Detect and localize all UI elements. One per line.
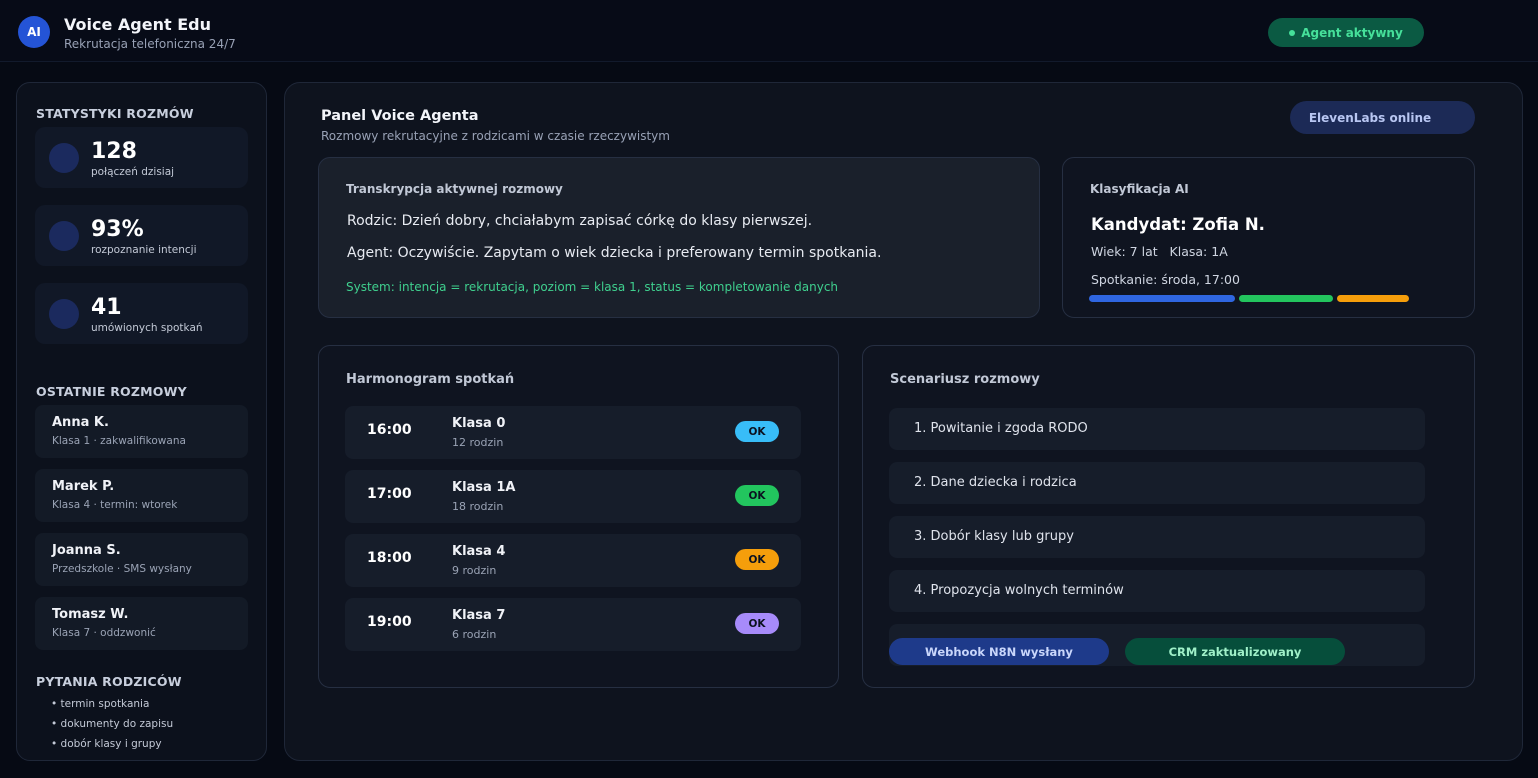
schedule-row[interactable]: 17:00 Klasa 1A 18 rodzin OK [345,470,801,523]
question-item: • dobór klasy i grupy [51,738,162,750]
questions-heading: PYTANIA RODZICÓW [36,674,182,689]
sidebar: STATYSTYKI ROZMÓW 128 połączeń dzisiaj 9… [16,82,267,761]
app-logo: AI [18,16,50,48]
conversation-detail: Przedszkole · SMS wysłany [52,563,192,575]
transcript-system-line: System: intencja = rekrutacja, poziom = … [346,280,839,294]
schedule-class: Klasa 1A [452,480,516,495]
crm-status-tag[interactable]: CRM zaktualizowany [1125,638,1345,665]
status-badge: OK [735,421,779,442]
stat-label: rozpoznanie intencji [91,244,197,256]
progress-bar-green [1239,295,1333,302]
agent-status-badge[interactable]: Agent aktywny [1268,18,1424,47]
script-step-label: 3. Dobór klasy lub grupy [914,529,1074,544]
schedule-heading: Harmonogram spotkań [346,372,515,387]
question-item: • termin spotkania [51,698,150,710]
candidate-meeting: Spotkanie: środa, 17:00 [1091,272,1240,287]
schedule-row[interactable]: 19:00 Klasa 7 6 rodzin OK [345,598,801,651]
recent-conversation-item[interactable]: Joanna S. Przedszkole · SMS wysłany [35,533,248,586]
script-step-label: 4. Propozycja wolnych terminów [914,583,1124,598]
conversation-name: Joanna S. [52,543,121,558]
recent-conversation-item[interactable]: Marek P. Klasa 4 · termin: wtorek [35,469,248,522]
stat-icon [49,221,79,251]
script-heading: Scenariusz rozmowy [890,372,1040,387]
conversation-name: Anna K. [52,415,109,430]
stat-icon [49,143,79,173]
schedule-row[interactable]: 16:00 Klasa 0 12 rodzin OK [345,406,801,459]
progress-bar-blue [1089,295,1235,302]
schedule-parents: 18 rodzin [452,500,504,513]
stat-card-meetings: 41 umówionych spotkań [35,283,248,344]
status-badge: OK [735,613,779,634]
agent-status-label: Agent aktywny [1301,25,1403,40]
transcript-line: Agent: Oczywiście. Zapytam o wiek dzieck… [347,245,882,261]
classification-heading: Klasyfikacja AI [1090,182,1189,196]
schedule-time: 16:00 [367,422,412,438]
recent-conversation-item[interactable]: Tomasz W. Klasa 7 · oddzwonić [35,597,248,650]
stat-value: 93% [91,217,144,242]
page-title: Panel Voice Agenta [321,108,479,124]
script-card: Scenariusz rozmowy 1. Powitanie i zgoda … [862,345,1475,688]
transcript-card: Transkrypcja aktywnej rozmowy Rodzic: Dz… [318,157,1040,318]
conversation-detail: Klasa 7 · oddzwonić [52,627,156,639]
top-bar: AI Voice Agent Edu Rekrutacja telefonicz… [0,0,1538,62]
stat-card-calls: 128 połączeń dzisiaj [35,127,248,188]
schedule-time: 19:00 [367,614,412,630]
classification-card: Klasyfikacja AI Kandydat: Zofia N. Wiek:… [1062,157,1475,318]
recent-conversation-item[interactable]: Anna K. Klasa 1 · zakwalifikowana [35,405,248,458]
candidate-age-class: Wiek: 7 lat Klasa: 1A [1091,244,1228,259]
schedule-card: Harmonogram spotkań 16:00 Klasa 0 12 rod… [318,345,839,688]
script-step[interactable]: 3. Dobór klasy lub grupy [889,516,1425,558]
schedule-parents: 6 rodzin [452,628,497,641]
stat-label: połączeń dzisiaj [91,166,175,178]
transcript-line: Rodzic: Dzień dobry, chciałabym zapisać … [347,213,813,229]
stat-icon [49,299,79,329]
schedule-time: 17:00 [367,486,412,502]
app-title: Voice Agent Edu [64,15,211,34]
schedule-class: Klasa 0 [452,416,506,431]
app-subtitle: Rekrutacja telefoniczna 24/7 [64,37,236,51]
recent-heading: OSTATNIE ROZMOWY [36,384,187,399]
schedule-class: Klasa 4 [452,544,506,559]
page-subtitle: Rozmowy rekrutacyjne z rodzicami w czasi… [321,129,670,143]
conversation-name: Marek P. [52,479,115,494]
stat-value: 41 [91,295,122,320]
schedule-class: Klasa 7 [452,608,506,623]
script-step[interactable]: 1. Powitanie i zgoda RODO [889,408,1425,450]
script-step[interactable]: 4. Propozycja wolnych terminów [889,570,1425,612]
status-badge: OK [735,549,779,570]
status-dot-icon [1289,29,1296,36]
schedule-row[interactable]: 18:00 Klasa 4 9 rodzin OK [345,534,801,587]
status-badge: OK [735,485,779,506]
question-item: • dokumenty do zapisu [51,718,174,730]
stat-value: 128 [91,139,137,164]
script-step-label: 1. Powitanie i zgoda RODO [914,421,1088,436]
schedule-parents: 9 rodzin [452,564,497,577]
schedule-time: 18:00 [367,550,412,566]
script-step-label: 2. Dane dziecka i rodzica [914,475,1077,490]
elevenlabs-status-badge[interactable]: ElevenLabs online [1290,101,1475,134]
candidate-name: Kandydat: Zofia N. [1091,215,1265,234]
transcript-heading: Transkrypcja aktywnej rozmowy [346,182,563,196]
conversation-name: Tomasz W. [52,607,129,622]
progress-bar-orange [1337,295,1409,302]
conversation-detail: Klasa 1 · zakwalifikowana [52,435,186,447]
stat-label: umówionych spotkań [91,322,203,334]
stats-heading: STATYSTYKI ROZMÓW [36,106,194,121]
conversation-detail: Klasa 4 · termin: wtorek [52,499,178,511]
schedule-parents: 12 rodzin [452,436,504,449]
stat-card-intent: 93% rozpoznanie intencji [35,205,248,266]
script-step[interactable]: 2. Dane dziecka i rodzica [889,462,1425,504]
webhook-status-tag[interactable]: Webhook N8N wysłany [889,638,1109,665]
main-panel: Panel Voice Agenta Rozmowy rekrutacyjne … [284,82,1523,761]
